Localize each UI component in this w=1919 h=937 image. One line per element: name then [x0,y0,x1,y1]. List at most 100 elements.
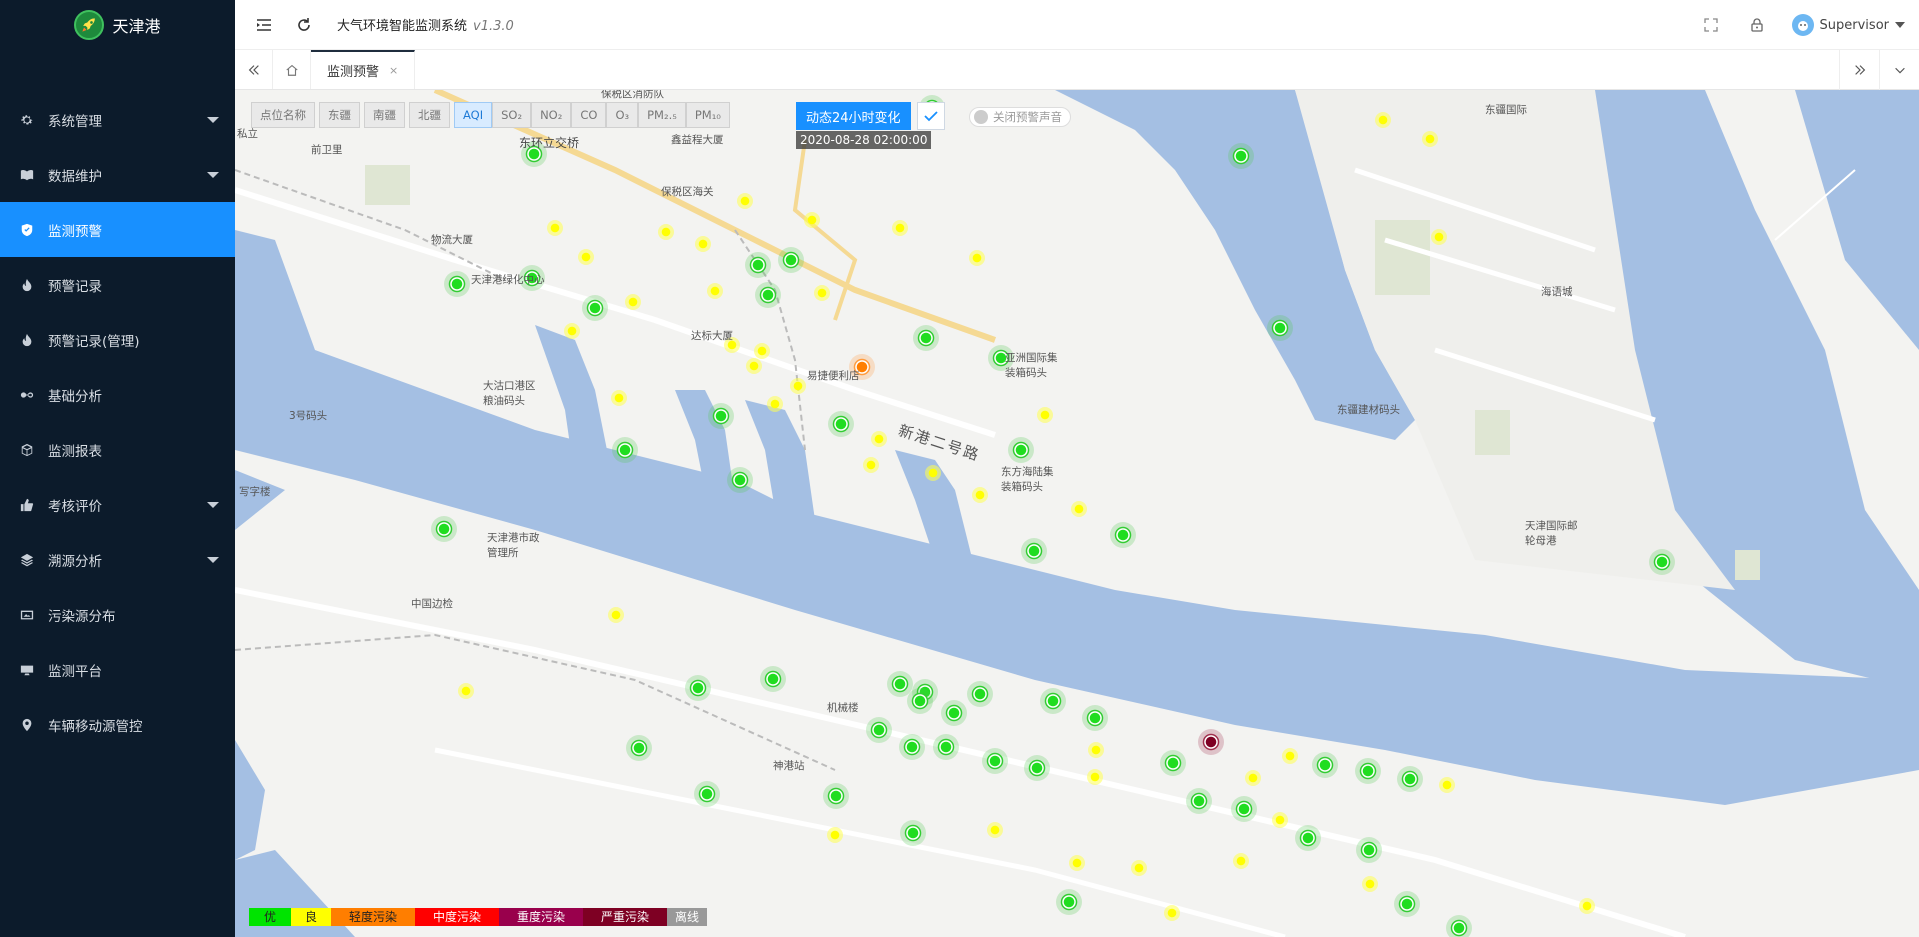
station-marker[interactable] [1295,825,1321,851]
station-marker[interactable] [1056,889,1082,915]
sidebar-item-source-tracing[interactable]: 溯源分析 [0,532,235,587]
station-marker[interactable] [1356,837,1382,863]
station-marker[interactable] [707,283,723,299]
station-marker[interactable] [969,250,985,266]
station-marker[interactable] [1088,742,1104,758]
logo[interactable]: 天津港 [0,0,235,50]
station-marker[interactable] [1649,549,1675,575]
station-marker[interactable] [1375,112,1391,128]
alert-sound-toggle[interactable]: 关闭预警声音 [969,107,1071,127]
station-marker[interactable] [1579,898,1595,914]
station-marker[interactable] [625,294,641,310]
sidebar-item-system-management[interactable]: 系统管理 [0,92,235,147]
station-marker[interactable] [694,781,720,807]
pollutant-co-button[interactable]: CO [571,102,607,128]
pollutant-no2-button[interactable]: NO₂ [531,102,572,128]
station-marker[interactable] [913,325,939,351]
area-nanjiang-button[interactable]: 南疆 [364,102,405,128]
close-icon[interactable]: × [389,64,398,77]
home-icon[interactable] [273,50,311,89]
station-marker[interactable] [1231,796,1257,822]
sidebar-item-data-maintenance[interactable]: 数据维护 [0,147,235,202]
station-marker[interactable] [987,822,1003,838]
station-marker[interactable] [685,675,711,701]
scroll-right-icon[interactable] [1839,50,1879,90]
station-marker[interactable] [866,717,892,743]
station-marker[interactable] [1131,860,1147,876]
station-marker[interactable] [1422,131,1438,147]
checkmark-icon[interactable] [917,102,945,130]
station-marker[interactable] [814,285,830,301]
station-marker[interactable] [823,783,849,809]
sidebar-item-alert-records-admin[interactable]: 预警记录(管理) [0,312,235,367]
pollutant-pm25-button[interactable]: PM₂.₅ [638,102,686,128]
station-marker[interactable] [431,516,457,542]
pollutant-so2-button[interactable]: SO₂ [492,102,532,128]
station-marker[interactable] [1186,788,1212,814]
station-marker[interactable] [444,271,470,297]
station-marker[interactable] [863,457,879,473]
station-marker[interactable] [1394,891,1420,917]
station-marker[interactable] [1040,688,1066,714]
station-marker[interactable] [1233,853,1249,869]
station-marker[interactable] [828,411,854,437]
station-marker[interactable] [1397,766,1423,792]
station-marker[interactable] [658,224,674,240]
station-marker[interactable] [727,467,753,493]
station-marker[interactable] [737,193,753,209]
station-marker[interactable] [1431,229,1447,245]
station-marker[interactable] [1198,729,1224,755]
station-marker[interactable] [1267,315,1293,341]
station-marker[interactable] [827,827,843,843]
station-marker[interactable] [1008,437,1034,463]
location-names-button[interactable]: 点位名称 [251,102,315,128]
station-marker[interactable] [778,247,804,273]
station-marker[interactable] [790,378,806,394]
station-marker[interactable] [754,343,770,359]
station-marker[interactable] [972,487,988,503]
station-marker[interactable] [626,735,652,761]
station-marker[interactable] [1228,143,1254,169]
station-marker[interactable] [767,396,783,412]
sidebar-item-evaluation[interactable]: 考核评价 [0,477,235,532]
station-marker[interactable] [804,212,820,228]
tab-monitoring-alert[interactable]: 监测预警 × [311,50,416,89]
scroll-left-icon[interactable] [235,50,273,89]
station-marker[interactable] [1282,748,1298,764]
station-marker[interactable] [746,358,762,374]
station-marker[interactable] [1024,755,1050,781]
fullscreen-icon[interactable] [1700,14,1722,36]
station-marker[interactable] [578,249,594,265]
station-marker[interactable] [611,390,627,406]
station-marker[interactable] [1037,407,1053,423]
sidebar-item-basic-analysis[interactable]: 基础分析 [0,367,235,422]
menu-fold-icon[interactable] [253,14,275,36]
sidebar-item-alert-records[interactable]: 预警记录 [0,257,235,312]
station-marker[interactable] [708,403,734,429]
pollutant-aqi-button[interactable]: AQI [454,102,493,128]
dynamic-24h-button[interactable]: 动态24小时变化 [796,102,911,130]
station-marker[interactable] [547,220,563,236]
station-marker[interactable] [1245,770,1261,786]
station-marker[interactable] [582,295,608,321]
station-marker[interactable] [925,465,941,481]
sidebar-item-vehicle-control[interactable]: 车辆移动源管控 [0,697,235,752]
pollutant-pm10-button[interactable]: PM₁₀ [685,102,730,128]
lock-icon[interactable] [1746,14,1768,36]
station-marker[interactable] [695,236,711,252]
station-marker[interactable] [1355,758,1381,784]
pollutant-o3-button[interactable]: O₃ [606,102,639,128]
station-marker[interactable] [760,666,786,692]
station-marker[interactable] [899,734,925,760]
station-marker[interactable] [1082,705,1108,731]
refresh-icon[interactable] [293,14,315,36]
station-marker[interactable] [1272,812,1288,828]
station-marker[interactable] [892,220,908,236]
station-marker[interactable] [564,323,580,339]
station-marker[interactable] [1021,538,1047,564]
area-beijiang-button[interactable]: 北疆 [409,102,450,128]
station-marker[interactable] [900,820,926,846]
station-marker[interactable] [1439,777,1455,793]
station-marker[interactable] [871,431,887,447]
station-marker[interactable] [745,252,771,278]
